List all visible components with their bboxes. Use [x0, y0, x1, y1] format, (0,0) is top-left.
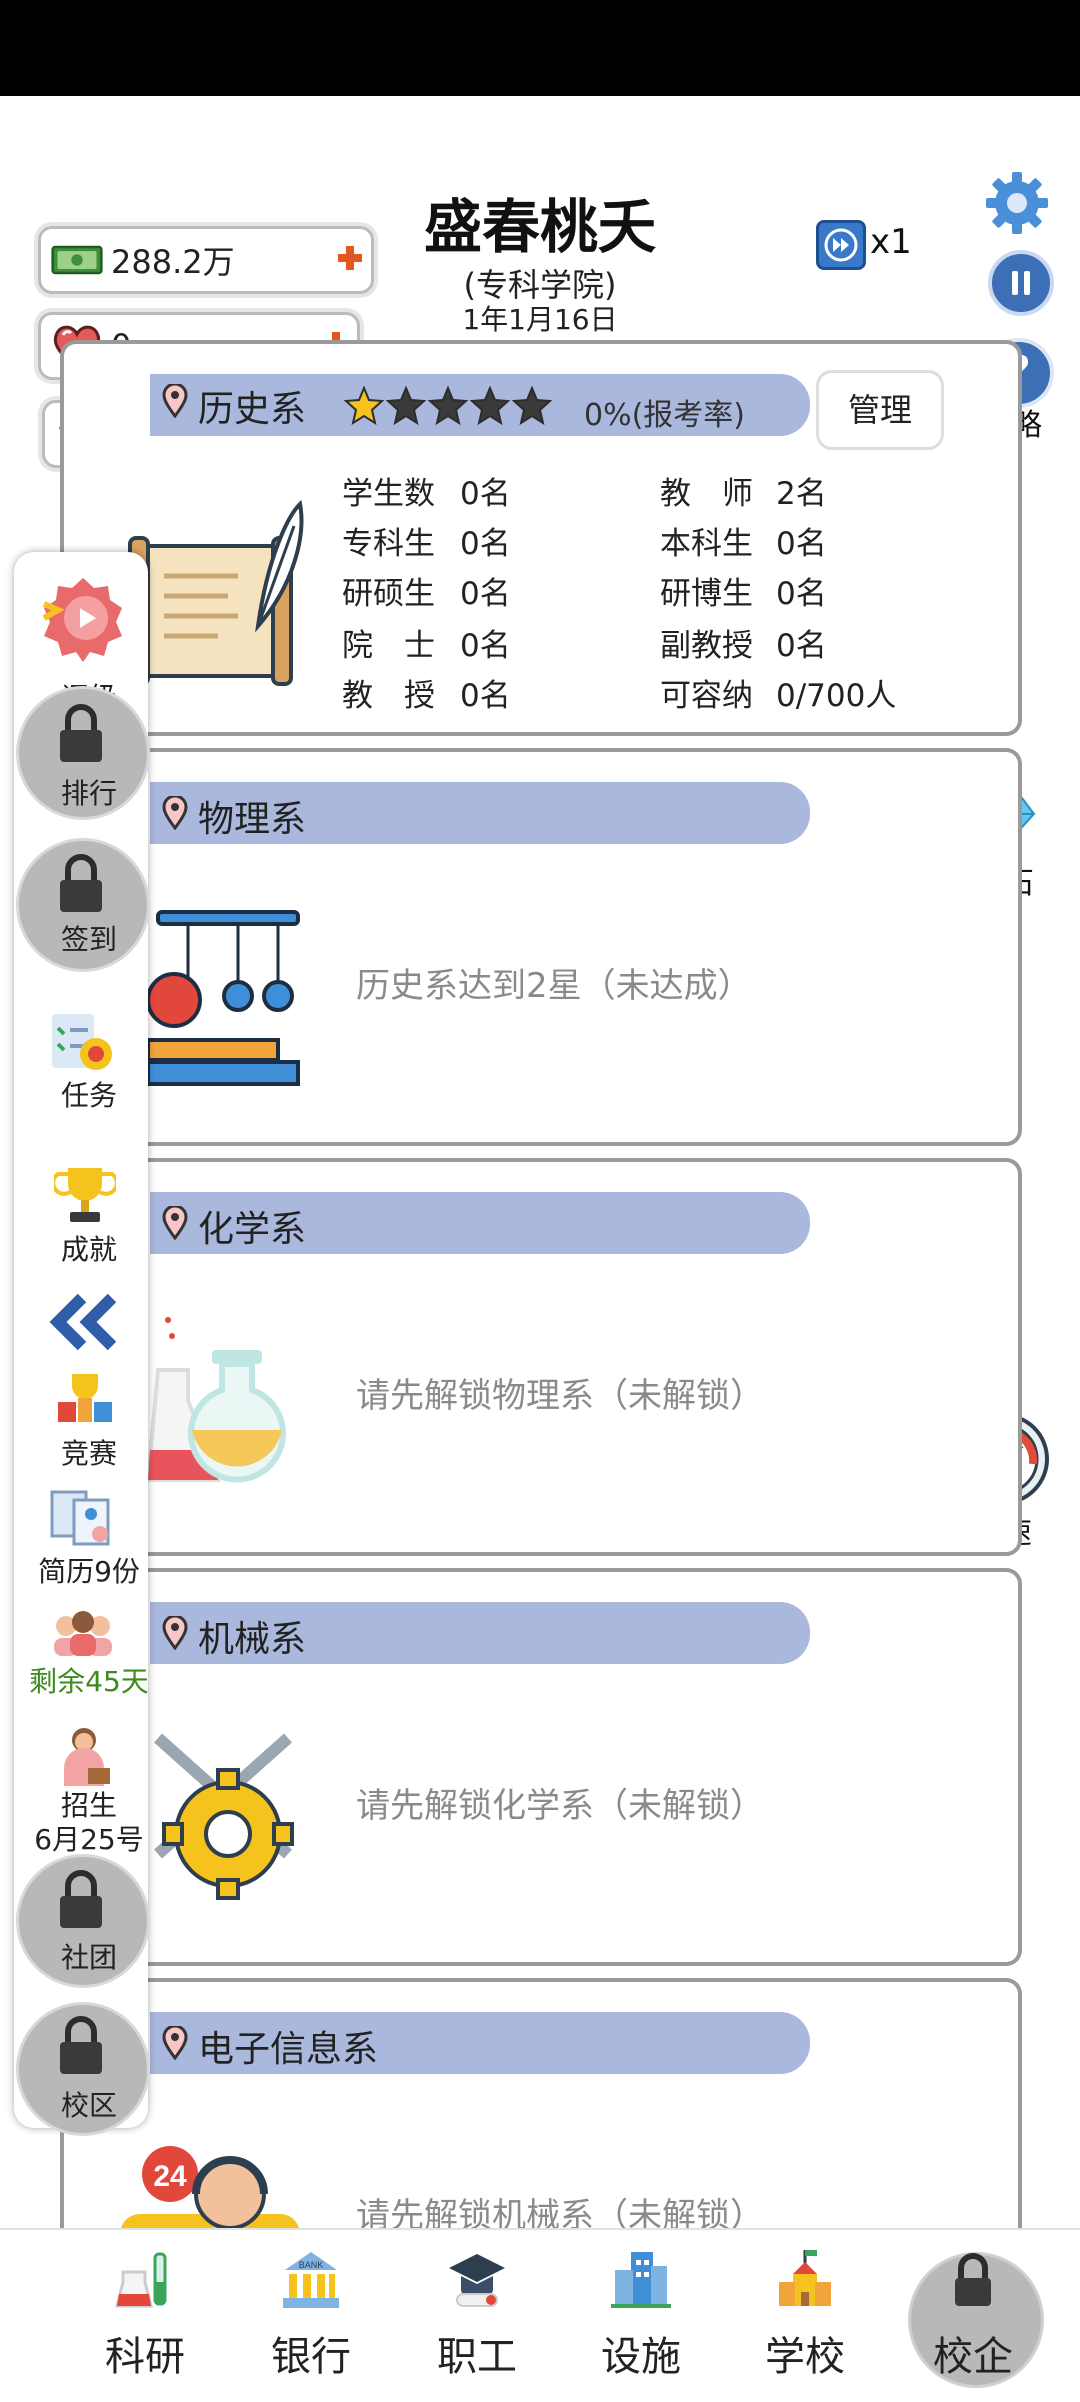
stat-label: 副教授 [660, 628, 753, 664]
svg-text:24: 24 [153, 2160, 187, 2193]
stat-value: 2名 [776, 476, 827, 512]
pause-icon [1012, 271, 1030, 295]
mechanical-unlock-requirement: 请先解锁化学系（未解锁） [356, 1786, 764, 1826]
chemistry-unlock-requirement: 请先解锁物理系（未解锁） [356, 1376, 764, 1416]
svg-text:BANK: BANK [299, 2260, 324, 2270]
rating-icon[interactable] [38, 574, 128, 664]
nav-bank[interactable]: BANK 银行 [236, 2240, 386, 2390]
stat-value: 0名 [460, 628, 511, 664]
enroll-rate: 0%(报考率) [584, 398, 746, 433]
support-agent-icon: 24 [120, 2134, 300, 2228]
sidebar-items: 评级 排行 签到 任务 成就 竞赛 简历9份 剩余45天 招生 6月25号 社团 [14, 552, 150, 2136]
stat-value: 0名 [460, 678, 511, 714]
money-value: 288.2万 [111, 243, 235, 281]
sidebar-days-left-label: 剩余45天 [29, 1665, 149, 1698]
stat-label: 专科生 [342, 526, 435, 562]
competition-icon[interactable] [54, 1370, 116, 1426]
collapse-sidebar-icon[interactable] [42, 1292, 132, 1352]
star-icon [343, 385, 385, 426]
sidebar-competition-label: 竞赛 [60, 1437, 117, 1470]
sidebar-resume-label: 简历9份 [38, 1555, 140, 1588]
stat-value: 0名 [776, 576, 827, 612]
location-pin-icon [162, 1616, 188, 1650]
trophy-icon[interactable] [51, 1164, 119, 1226]
buildings-icon [611, 2252, 671, 2308]
flask-icon [145, 1310, 308, 1510]
star-icon [469, 385, 511, 426]
star-rating [343, 385, 554, 430]
sidebar-enroll-date: 6月25号 [34, 1823, 144, 1856]
stat-label: 教 授 [342, 678, 435, 714]
sidebar-tasks-label: 任务 [60, 1079, 117, 1112]
location-pin-icon [162, 1206, 188, 1240]
newtons-cradle-icon [146, 900, 308, 1100]
nav-school-label: 学校 [765, 2334, 845, 2380]
gear-icon[interactable] [984, 170, 1050, 236]
bank-icon: BANK [283, 2252, 339, 2308]
tasks-icon[interactable] [48, 1010, 118, 1074]
stat-label: 院 士 [342, 628, 435, 664]
stat-label: 学生数 [342, 476, 435, 512]
nav-enterprise[interactable]: 校企 [898, 2240, 1048, 2390]
stat-label: 本科生 [660, 526, 753, 562]
fast-forward-icon[interactable] [816, 220, 866, 270]
sidebar-checkin-label: 签到 [60, 923, 117, 956]
money-pill[interactable]: 288.2万 [38, 226, 374, 294]
nav-staff-label: 职工 [437, 2334, 517, 2380]
stat-label: 研硕生 [342, 576, 435, 612]
stat-label: 可容纳 [660, 678, 753, 714]
nav-bank-label: 银行 [271, 2334, 351, 2380]
test-tube-icon [115, 2252, 167, 2308]
stat-value: 0名 [776, 628, 827, 664]
resume-icon[interactable] [48, 1488, 118, 1548]
nav-facilities[interactable]: 设施 [566, 2240, 716, 2390]
nav-staff[interactable]: 职工 [402, 2240, 552, 2390]
stat-label: 研博生 [660, 576, 753, 612]
stat-value: 0名 [776, 526, 827, 562]
lock-icon [56, 2016, 106, 2076]
add-money-icon[interactable] [335, 243, 365, 273]
status-bar [0, 0, 1080, 96]
chemistry-dept-name: 化学系 [198, 1209, 307, 1250]
electronics-dept-name: 电子信息系 [198, 2029, 379, 2070]
school-building-icon [779, 2250, 831, 2306]
nav-research-label: 科研 [105, 2334, 185, 2380]
physics-dept-name: 物理系 [198, 799, 307, 840]
nav-school[interactable]: 学校 [730, 2240, 880, 2390]
lock-icon [955, 2253, 991, 2306]
mechanical-dept-name: 机械系 [198, 1619, 307, 1660]
sidebar-achievements-label: 成就 [60, 1233, 117, 1266]
lock-icon [56, 1870, 106, 1930]
recruit-icon[interactable] [54, 1724, 116, 1788]
sidebar-campus-label: 校区 [60, 2089, 117, 2122]
sidebar-ranking-label: 排行 [60, 777, 117, 810]
location-pin-icon [162, 796, 188, 830]
lock-icon [56, 854, 106, 914]
nav-enterprise-label: 校企 [933, 2334, 1013, 2380]
people-icon [48, 1606, 118, 1658]
gear-tools-icon [148, 1724, 308, 1914]
stat-value: 0名 [460, 576, 511, 612]
location-pin-icon [162, 2026, 188, 2060]
nav-research[interactable]: 科研 [70, 2240, 220, 2390]
history-dept-name: 历史系 [198, 389, 307, 430]
lock-icon [56, 704, 106, 764]
sidebar-club-label: 社团 [60, 1941, 117, 1974]
stat-value: 0名 [460, 476, 511, 512]
graduation-cap-icon [449, 2254, 505, 2307]
manage-button[interactable]: 管理 [816, 370, 944, 450]
stat-value: 0/700人 [776, 678, 897, 714]
physics-unlock-requirement: 历史系达到2星（未达成） [356, 966, 752, 1006]
star-icon [385, 385, 427, 426]
star-icon [427, 385, 469, 426]
stat-label: 教 师 [660, 476, 753, 512]
location-pin-icon [162, 384, 188, 418]
star-icon [511, 385, 553, 426]
money-icon [51, 238, 103, 282]
speed-label: x1 [870, 222, 912, 262]
nav-facilities-label: 设施 [601, 2334, 681, 2380]
stat-value: 0名 [460, 526, 511, 562]
pause-button[interactable] [988, 250, 1054, 316]
